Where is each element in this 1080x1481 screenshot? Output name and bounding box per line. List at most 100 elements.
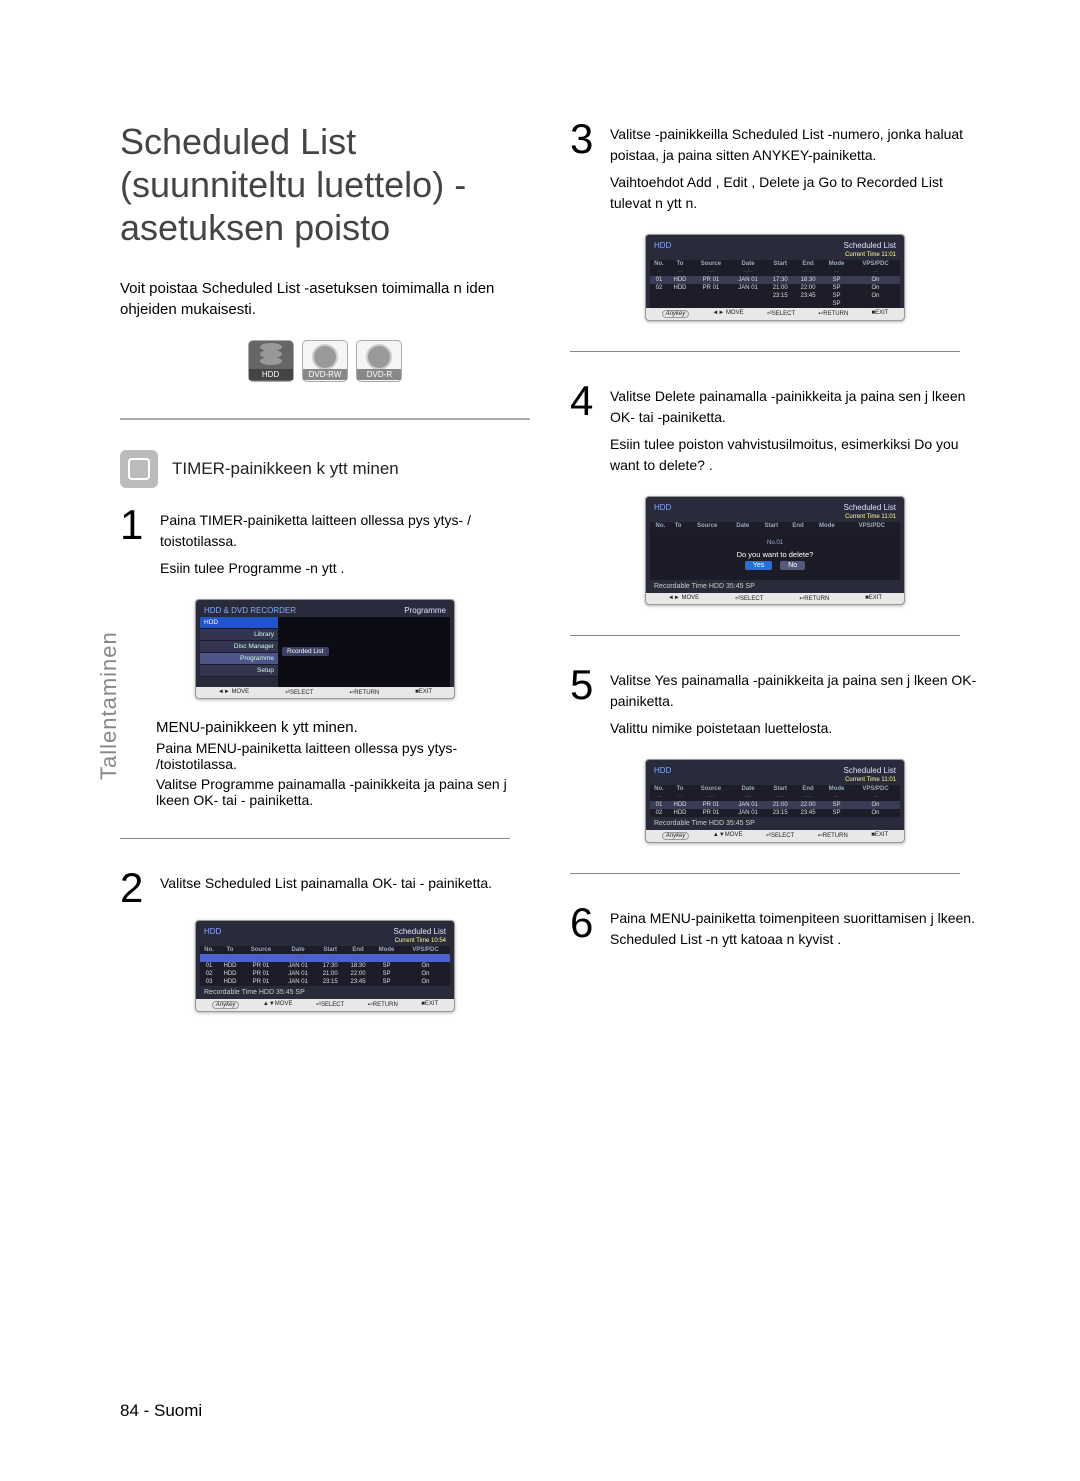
step-text: Paina TIMER-painiketta laitteen ollessa … bbox=[160, 510, 530, 552]
osd-footer-move: MOVE bbox=[231, 689, 249, 695]
osd-footer: ◄► MOVE ⏎SELECT ↩RETURN ■EXIT bbox=[646, 593, 904, 604]
osd-scheduled-list: HDD Scheduled List Current Time 10:54 No… bbox=[195, 920, 455, 1012]
osd-confirm-dialog: No.01 Do you want to delete? Yes No bbox=[650, 530, 900, 580]
step-text: Valitse Scheduled List painamalla OK- ta… bbox=[160, 873, 492, 894]
table-row: 02HDDPR 01JAN 0123:1523:45SPOn bbox=[650, 809, 900, 817]
media-dvdr-icon: DVD-R bbox=[356, 340, 402, 382]
table-row: SP bbox=[650, 300, 900, 308]
osd-recordable-time: Recordable Time HDD 35:45 SP bbox=[200, 986, 450, 999]
osd-scheduled-list-anykey: HDD Scheduled List Current Time 11:01 No… bbox=[645, 234, 905, 321]
osd-confirm-delete: HDD Scheduled List Current Time 11:01 No… bbox=[645, 496, 905, 605]
osd-footer-move: MOVE bbox=[275, 1001, 293, 1007]
osd-table: No.ToSourceDate StartEndModeVPS/PDC ----… bbox=[650, 260, 900, 308]
osd-time-value: 11:01 bbox=[881, 252, 896, 258]
osd-confirm-question: Do you want to delete? bbox=[650, 550, 900, 559]
step-number: 1 bbox=[120, 506, 150, 585]
osd-menu-item: Setup bbox=[200, 665, 278, 677]
divider bbox=[120, 838, 510, 839]
osd-anykey: Anykey bbox=[212, 1001, 240, 1009]
step-text: Valitse -painikkeilla Scheduled List -nu… bbox=[610, 124, 980, 166]
osd-recordable-time: Recordable Time HDD 35:45 SP bbox=[650, 580, 900, 593]
osd-recordable-time: Recordable Time HDD 35:45 SP bbox=[650, 817, 900, 830]
manual-page: Tallentaminen Scheduled List (suunnitelt… bbox=[0, 0, 1080, 1481]
osd-footer-exit: EXIT bbox=[425, 1001, 438, 1007]
step-number: 3 bbox=[570, 120, 600, 220]
osd-header-left: HDD & DVD RECORDER bbox=[204, 606, 296, 615]
step-text: Vaihtoehdot Add , Edit , Delete ja Go to… bbox=[610, 172, 980, 214]
step-4: 4 Valitse Delete painamalla -painikkeita… bbox=[570, 382, 980, 482]
osd-time-value: 11:01 bbox=[881, 777, 896, 783]
sub-heading-row: TIMER-painikkeen k ytt minen bbox=[120, 450, 530, 488]
left-column: Scheduled List (suunniteltu luettelo) - … bbox=[120, 120, 530, 1032]
table-row: 02HDDPR 01JAN 0121:0022:00SPOn bbox=[650, 284, 900, 292]
osd-table: No.ToSourceDate StartEndModeVPS/PDC bbox=[650, 522, 900, 530]
page-footer: 84 - Suomi bbox=[120, 1401, 202, 1421]
osd-time-value: 11:01 bbox=[881, 514, 896, 520]
osd-title-right: Scheduled List bbox=[844, 241, 896, 250]
osd-footer-select: SELECT bbox=[772, 311, 795, 317]
right-column: 3 Valitse -painikkeilla Scheduled List -… bbox=[570, 120, 980, 1032]
osd-title-left: HDD bbox=[654, 241, 671, 250]
step-text: Paina MENU-painiketta toimenpiteen suori… bbox=[610, 908, 980, 950]
table-row: 02HDDPR 01JAN 0121:0022:00SPOn bbox=[200, 970, 450, 978]
osd-footer-exit: EXIT bbox=[419, 689, 432, 695]
media-hdd-label: HDD bbox=[249, 369, 293, 380]
step-text: Valitse Programme painamalla -painikkeit… bbox=[156, 776, 530, 808]
divider bbox=[570, 873, 960, 874]
step-number: 4 bbox=[570, 382, 600, 482]
osd-table: No.ToSourceDate StartEndModeVPS/PDC ----… bbox=[200, 946, 450, 986]
table-row: 03HDDPR 01JAN 0123:1523:45SPOn bbox=[200, 978, 450, 986]
osd-menu-item-selected: Programme bbox=[200, 653, 278, 665]
sub-heading: TIMER-painikkeen k ytt minen bbox=[172, 459, 399, 479]
osd-footer-move: MOVE bbox=[726, 310, 744, 316]
step-1: 1 Paina TIMER-painiketta laitteen olless… bbox=[120, 506, 530, 585]
menu-instructions: MENU-painikkeen k ytt minen. Paina MENU-… bbox=[156, 719, 530, 808]
osd-time-label: Current Time bbox=[845, 514, 880, 520]
osd-anykey: Anykey bbox=[662, 310, 690, 318]
osd-time-label: Current Time bbox=[845, 252, 880, 258]
intro-text: Voit poistaa Scheduled List -asetuksen t… bbox=[120, 278, 530, 320]
two-column-layout: Scheduled List (suunniteltu luettelo) - … bbox=[120, 120, 980, 1032]
osd-time-label: Current Time bbox=[845, 777, 880, 783]
table-row: -----------/-- --:----:------ bbox=[650, 793, 900, 801]
step-body: Paina MENU-painiketta toimenpiteen suori… bbox=[610, 904, 980, 956]
table-row: -----------/-- --:----:------ bbox=[200, 954, 450, 962]
osd-submenu-item: Rcorded List bbox=[282, 647, 329, 656]
osd-footer-exit: EXIT bbox=[875, 832, 888, 838]
osd-footer-return: RETURN bbox=[373, 1002, 398, 1008]
osd-menu-item: HDD bbox=[200, 617, 278, 629]
osd-time-label: Current Time bbox=[395, 938, 430, 944]
step-2: 2 Valitse Scheduled List painamalla OK- … bbox=[120, 869, 530, 907]
osd-title-right: Scheduled List bbox=[394, 927, 446, 936]
osd-no-button: No bbox=[780, 561, 805, 570]
step-3: 3 Valitse -painikkeilla Scheduled List -… bbox=[570, 120, 980, 220]
osd-footer-exit: EXIT bbox=[869, 595, 882, 601]
step-body: Valitse Scheduled List painamalla OK- ta… bbox=[160, 869, 492, 907]
osd-anykey: Anykey bbox=[662, 832, 690, 840]
osd-footer-select: SELECT bbox=[771, 833, 794, 839]
osd-footer-return: RETURN bbox=[354, 690, 379, 696]
osd-menu-item: Disc Manager bbox=[200, 641, 278, 653]
osd-header-right: Programme bbox=[404, 606, 446, 615]
osd-footer-return: RETURN bbox=[804, 596, 829, 602]
media-support-row: HDD DVD-RW DVD-R bbox=[120, 340, 530, 382]
step-number: 2 bbox=[120, 869, 150, 907]
step-body: Valitse Delete painamalla -painikkeita j… bbox=[610, 382, 980, 482]
step-body: Paina TIMER-painiketta laitteen ollessa … bbox=[160, 506, 530, 585]
section-tab: Tallentaminen bbox=[96, 631, 122, 780]
osd-footer-select: SELECT bbox=[290, 690, 313, 696]
osd-footer: ◄► MOVE ⏎SELECT ↩RETURN ■EXIT bbox=[196, 687, 454, 698]
step-text: Valitse Yes painamalla -painikkeita ja p… bbox=[610, 670, 980, 712]
osd-footer-move: MOVE bbox=[725, 832, 743, 838]
osd-table: No.ToSourceDate StartEndModeVPS/PDC ----… bbox=[650, 785, 900, 817]
osd-footer-select: SELECT bbox=[740, 596, 763, 602]
media-dvdrw-icon: DVD-RW bbox=[302, 340, 348, 382]
step-number: 5 bbox=[570, 666, 600, 745]
step-number: 6 bbox=[570, 904, 600, 956]
osd-menu-item: Library bbox=[200, 629, 278, 641]
menu-heading: MENU-painikkeen k ytt minen. bbox=[156, 719, 530, 736]
table-row: -----------/-- --:----:------ bbox=[650, 268, 900, 276]
osd-main-pane: Rcorded List bbox=[278, 617, 450, 687]
osd-title-right: Scheduled List bbox=[844, 503, 896, 512]
osd-title-left: HDD bbox=[654, 503, 671, 512]
